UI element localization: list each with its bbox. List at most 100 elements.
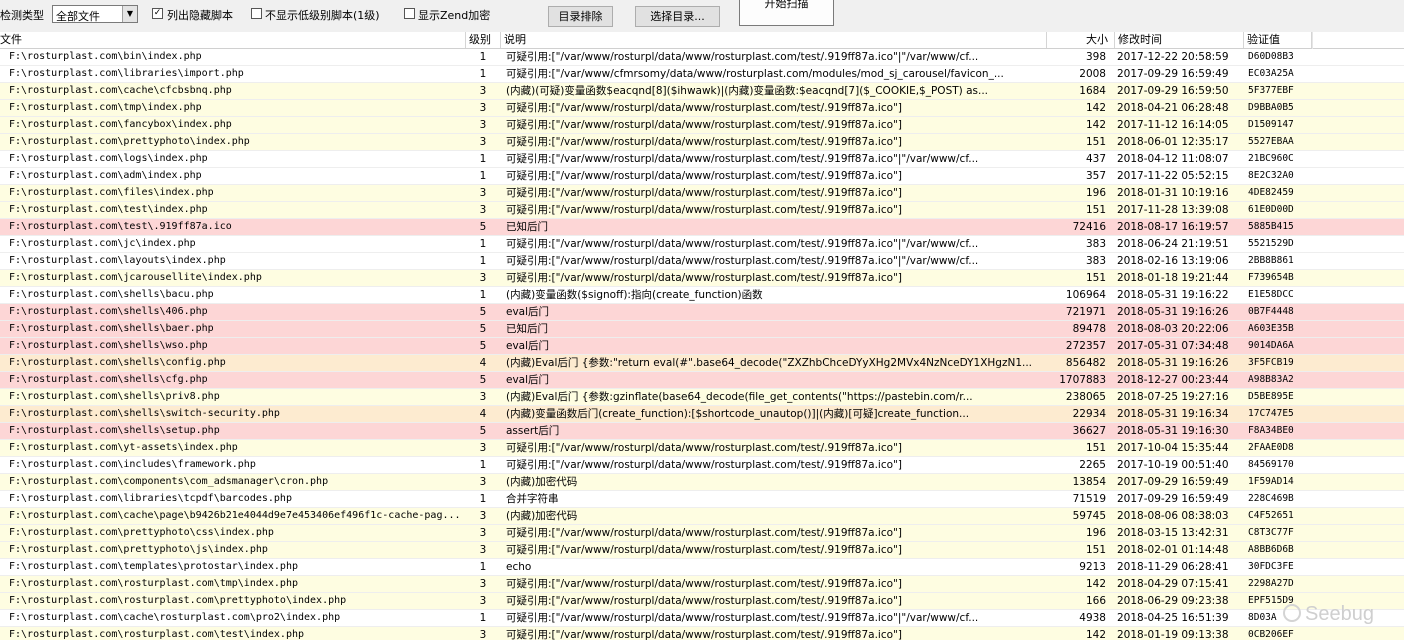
column-header-size[interactable]: 大小 xyxy=(1047,32,1115,48)
column-header-level[interactable]: 级别 xyxy=(466,32,501,48)
table-row[interactable]: F:\rosturplast.com\cache\rosturplast.com… xyxy=(0,610,1404,627)
cell-time: 2018-11-29 06:28:41 xyxy=(1117,561,1229,573)
cell-hash: 30FDC3FE xyxy=(1248,561,1294,572)
table-row[interactable]: F:\rosturplast.com\prettyphoto\js\index.… xyxy=(0,542,1404,559)
cell-hash: A8BB6D6B xyxy=(1248,544,1294,555)
cell-size: 238065 xyxy=(1065,391,1106,403)
column-header-desc[interactable]: 说明 xyxy=(501,32,1047,48)
table-row[interactable]: F:\rosturplast.com\shells\406.php 5 eval后门… xyxy=(0,304,1404,321)
cell-file: F:\rosturplast.com\shells\config.php xyxy=(9,357,226,368)
table-row[interactable]: F:\rosturplast.com\test\.919ff87a.ico 5 已知… xyxy=(0,219,1404,236)
start-scan-button[interactable]: 开始扫描 xyxy=(739,0,834,26)
table-row[interactable]: F:\rosturplast.com\prettyphoto\css\index… xyxy=(0,525,1404,542)
show-zend-label: 显示Zend加密 xyxy=(418,9,491,22)
show-hidden-checkbox[interactable]: ✓ xyxy=(152,8,163,19)
cell-time: 2018-08-06 08:38:03 xyxy=(1117,510,1229,522)
table-row[interactable]: F:\rosturplast.com\shells\cfg.php 5 eval后门… xyxy=(0,372,1404,389)
table-row[interactable]: F:\rosturplast.com\libraries\import.php 1… xyxy=(0,66,1404,83)
cell-time: 2017-09-29 16:59:50 xyxy=(1117,85,1229,97)
table-row[interactable]: F:\rosturplast.com\templates\protostar\i… xyxy=(0,559,1404,576)
cell-desc: eval后门 xyxy=(506,306,550,318)
cell-size: 166 xyxy=(1085,595,1106,607)
cell-desc: 可疑引用:["/var/www/rosturpl/data/www/rostur… xyxy=(506,459,902,471)
table-row[interactable]: F:\rosturplast.com\shells\setup.php 5 asse… xyxy=(0,423,1404,440)
cell-file: F:\rosturplast.com\rosturplast.com\prett… xyxy=(9,595,347,606)
table-row[interactable]: F:\rosturplast.com\yt-assets\index.php 3 可… xyxy=(0,440,1404,457)
table-row[interactable]: F:\rosturplast.com\logs\index.php 1 可疑引用:[… xyxy=(0,151,1404,168)
cell-level: 1 xyxy=(479,255,487,267)
table-row[interactable]: F:\rosturplast.com\rosturplast.com\prett… xyxy=(0,593,1404,610)
table-row[interactable]: F:\rosturplast.com\rosturplast.com\tmp\i… xyxy=(0,576,1404,593)
table-row[interactable]: F:\rosturplast.com\shells\config.php 4 (内藏… xyxy=(0,355,1404,372)
table-row[interactable]: F:\rosturplast.com\files\index.php 3 可疑引用:… xyxy=(0,185,1404,202)
table-row[interactable]: F:\rosturplast.com\prettyphoto\index.php… xyxy=(0,134,1404,151)
cell-level: 3 xyxy=(479,527,487,539)
cell-file: F:\rosturplast.com\components\com_adsman… xyxy=(9,476,329,487)
cell-time: 2018-05-31 19:16:30 xyxy=(1117,425,1229,437)
show-hidden-label: 列出隐藏脚本 xyxy=(167,9,233,22)
hide-low-level-checkbox[interactable] xyxy=(251,8,262,19)
table-row[interactable]: F:\rosturplast.com\tmp\index.php 3 可疑引用:["… xyxy=(0,100,1404,117)
cell-time: 2018-05-31 19:16:34 xyxy=(1117,408,1229,420)
table-row[interactable]: F:\rosturplast.com\shells\wso.php 5 eval后门… xyxy=(0,338,1404,355)
table-row[interactable]: F:\rosturplast.com\includes\framework.ph… xyxy=(0,457,1404,474)
cell-time: 2018-02-16 13:19:06 xyxy=(1117,255,1229,267)
cell-time: 2018-03-15 13:42:31 xyxy=(1117,527,1229,539)
table-row[interactable]: F:\rosturplast.com\fancybox\index.php 3 可疑… xyxy=(0,117,1404,134)
cell-desc: (内藏)Eval后门 {参数:gzinflate(base64_decode(f… xyxy=(506,391,973,403)
cell-file: F:\rosturplast.com\shells\switch-securit… xyxy=(9,408,280,419)
cell-size: 151 xyxy=(1085,544,1106,556)
cell-level: 3 xyxy=(479,544,487,556)
table-row[interactable]: F:\rosturplast.com\cache\cfcbsbnq.php 3 (内… xyxy=(0,83,1404,100)
cell-level: 1 xyxy=(479,51,487,63)
table-row[interactable]: F:\rosturplast.com\jcarousellite\index.p… xyxy=(0,270,1404,287)
cell-level: 1 xyxy=(479,68,487,80)
cell-size: 398 xyxy=(1085,51,1106,63)
cell-hash: 5F377EBF xyxy=(1248,85,1294,96)
exclude-dir-button[interactable]: 目录排除 xyxy=(548,6,613,27)
cell-time: 2018-08-17 16:19:57 xyxy=(1117,221,1229,233)
chevron-down-icon[interactable]: ▼ xyxy=(122,6,137,22)
column-header-time[interactable]: 修改时间 xyxy=(1115,32,1244,48)
column-header-hash[interactable]: 验证值 xyxy=(1244,32,1312,48)
cell-hash: EC03A25A xyxy=(1248,68,1294,79)
table-row[interactable]: F:\rosturplast.com\shells\baer.php 5 已知后门 8… xyxy=(0,321,1404,338)
cell-size: 383 xyxy=(1085,238,1106,250)
cell-size: 22934 xyxy=(1072,408,1106,420)
seebug-logo-icon xyxy=(1283,604,1302,622)
cell-level: 1 xyxy=(479,153,487,165)
table-row[interactable]: F:\rosturplast.com\cache\page\b9426b21e4… xyxy=(0,508,1404,525)
table-row[interactable]: F:\rosturplast.com\libraries\tcpdf\barco… xyxy=(0,491,1404,508)
column-header-file[interactable]: 文件 xyxy=(0,32,466,48)
select-dir-button[interactable]: 选择目录... xyxy=(635,6,720,27)
cell-time: 2017-09-29 16:59:49 xyxy=(1117,493,1229,505)
table-row[interactable]: F:\rosturplast.com\components\com_adsman… xyxy=(0,474,1404,491)
cell-desc: 可疑引用:["/var/www/rosturpl/data/www/rostur… xyxy=(506,119,902,131)
cell-desc: 可疑引用:["/var/www/rosturpl/data/www/rostur… xyxy=(506,578,902,590)
cell-level: 3 xyxy=(479,629,487,640)
show-zend-checkbox[interactable] xyxy=(404,8,415,19)
table-row[interactable]: F:\rosturplast.com\rosturplast.com\test\… xyxy=(0,627,1404,640)
cell-time: 2018-05-31 19:16:26 xyxy=(1117,306,1229,318)
cell-file: F:\rosturplast.com\test\.919ff87a.ico xyxy=(9,221,232,232)
table-row[interactable]: F:\rosturplast.com\shells\switch-securit… xyxy=(0,406,1404,423)
table-row[interactable]: F:\rosturplast.com\test\index.php 3 可疑引用:[… xyxy=(0,202,1404,219)
table-row[interactable]: F:\rosturplast.com\bin\index.php 1 可疑引用:["… xyxy=(0,49,1404,66)
toolbar: 检测类型 全部文件 ▼ ✓ 列出隐藏脚本 不显示低级别脚本(1级) 显示Zend… xyxy=(0,0,1404,32)
detect-type-select[interactable]: 全部文件 ▼ xyxy=(52,5,138,23)
cell-hash: 2BB8B861 xyxy=(1248,255,1294,266)
cell-file: F:\rosturplast.com\files\index.php xyxy=(9,187,214,198)
cell-hash: 8E2C32A0 xyxy=(1248,170,1294,181)
cell-desc: 可疑引用:["/var/www/rosturpl/data/www/rostur… xyxy=(506,136,902,148)
cell-desc: 可疑引用:["/var/www/rosturpl/data/www/rostur… xyxy=(506,629,902,640)
table-row[interactable]: F:\rosturplast.com\shells\bacu.php 1 (内藏)变… xyxy=(0,287,1404,304)
cell-size: 1707883 xyxy=(1059,374,1106,386)
table-row[interactable]: F:\rosturplast.com\layouts\index.php 1 可疑引… xyxy=(0,253,1404,270)
table-row[interactable]: F:\rosturplast.com\jc\index.php 1 可疑引用:["/… xyxy=(0,236,1404,253)
table-row[interactable]: F:\rosturplast.com\adm\index.php 1 可疑引用:["… xyxy=(0,168,1404,185)
cell-hash: D5BE895E xyxy=(1248,391,1294,402)
cell-file: F:\rosturplast.com\cache\cfcbsbnq.php xyxy=(9,85,232,96)
cell-size: 9213 xyxy=(1079,561,1106,573)
table-row[interactable]: F:\rosturplast.com\shells\priv8.php 3 (内藏)… xyxy=(0,389,1404,406)
cell-level: 1 xyxy=(479,170,487,182)
